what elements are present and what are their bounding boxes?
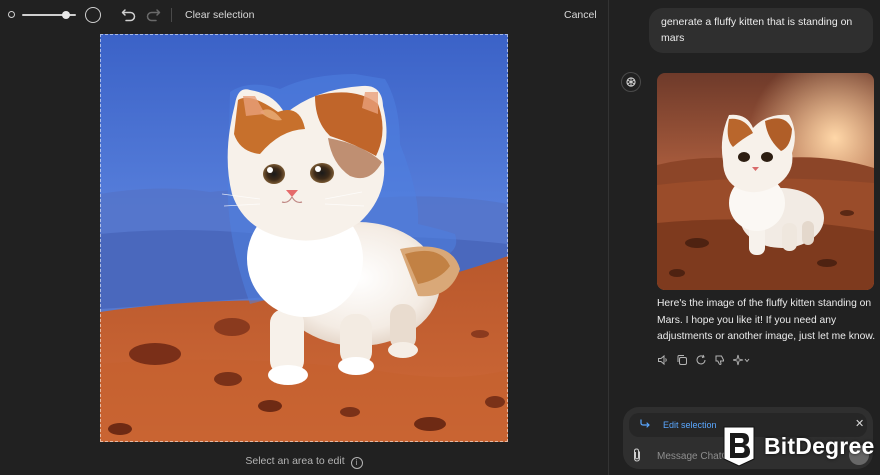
- bitdegree-watermark: BitDegree: [722, 425, 880, 469]
- attach-paperclip-icon[interactable]: [631, 447, 643, 463]
- large-brush-icon[interactable]: [85, 7, 101, 23]
- watermark-text: BitDegree: [764, 433, 875, 459]
- redo-icon[interactable]: [144, 6, 162, 24]
- kitten-thumbnail-image: [657, 73, 874, 290]
- small-brush-icon[interactable]: [8, 11, 15, 18]
- editor-hint: Select an area to edit i: [0, 455, 608, 469]
- editor-toolbar: Clear selection Cancel: [0, 0, 608, 30]
- generated-image-thumbnail[interactable]: [657, 73, 874, 290]
- cancel-button[interactable]: Cancel: [564, 9, 597, 21]
- hint-text: Select an area to edit: [245, 455, 345, 467]
- reply-arrow-icon: [640, 419, 650, 428]
- chatgpt-logo-icon: [621, 72, 641, 92]
- slider-thumb[interactable]: [62, 11, 71, 19]
- edit-selection-label: Edit selection: [663, 420, 717, 430]
- user-message: generate a fluffy kitten that is standin…: [649, 8, 873, 53]
- brush-size-slider[interactable]: [22, 9, 76, 21]
- kitten-on-mars-image: [100, 34, 508, 442]
- image-editor: Clear selection Cancel Select an area to…: [0, 0, 608, 475]
- regenerate-icon[interactable]: [695, 354, 707, 366]
- clear-selection-button[interactable]: Clear selection: [185, 9, 254, 21]
- copy-icon[interactable]: [676, 354, 688, 366]
- assistant-message: Here's the image of the fluffy kitten st…: [657, 298, 876, 342]
- info-icon[interactable]: i: [350, 457, 363, 469]
- toolbar-divider: [171, 8, 172, 22]
- image-canvas[interactable]: [100, 34, 508, 442]
- app-window: Clear selection Cancel Select an area to…: [0, 0, 880, 475]
- speaker-icon[interactable]: [657, 354, 669, 366]
- thumbs-down-icon[interactable]: [714, 354, 726, 366]
- sparkle-model-icon[interactable]: [733, 354, 751, 366]
- bitdegree-logo-icon: [723, 426, 755, 467]
- undo-icon[interactable]: [120, 6, 138, 24]
- chat-panel: generate a fluffy kitten that is standin…: [608, 0, 880, 475]
